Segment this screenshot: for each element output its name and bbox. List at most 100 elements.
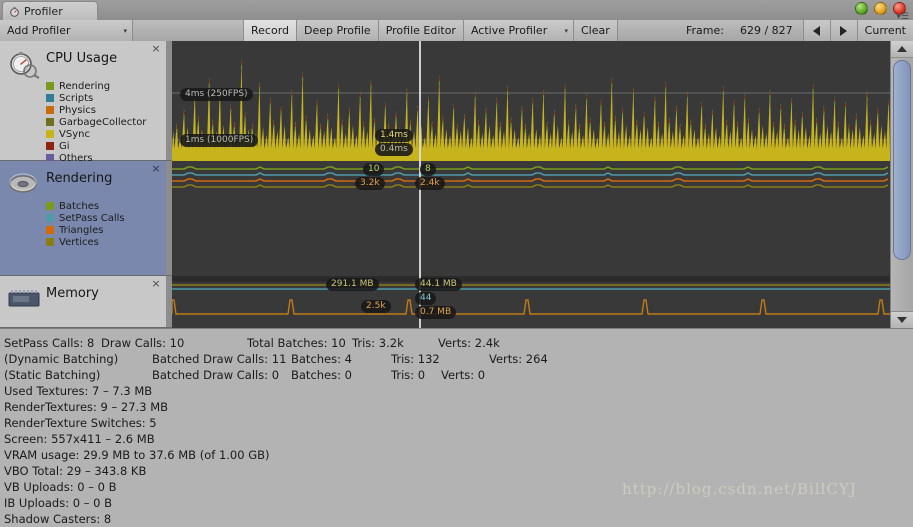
value-pill-setpass: 8 [420, 163, 436, 176]
legend-label: SetPass Calls [59, 212, 125, 224]
current-frame-button[interactable]: Current [857, 20, 913, 41]
close-icon[interactable]: × [151, 278, 161, 289]
profiler-toolbar: Add Profiler ▾ Record Deep Profile Profi… [0, 20, 913, 42]
scroll-up-button[interactable] [891, 41, 913, 58]
chart-panel-memory[interactable]: × Memory [0, 276, 166, 328]
axis-label-1ms: 1ms (1000FPS) [180, 134, 259, 147]
legend-swatch [46, 106, 54, 114]
legend-swatch [46, 94, 54, 102]
stat-value: IB Uploads: 0 – 0 B [4, 496, 112, 510]
legend-item[interactable]: GarbageCollector [46, 116, 166, 128]
legend-item[interactable]: VSync [46, 128, 166, 140]
stat-line: VRAM usage: 29.9 MB to 37.6 MB (of 1.00 … [4, 447, 913, 463]
legend-swatch [46, 130, 54, 138]
chart-title: Rendering [46, 171, 113, 186]
record-button[interactable]: Record [244, 20, 298, 41]
stat-line: Used Textures: 7 – 7.3 MB [4, 383, 913, 399]
legend-label: GarbageCollector [59, 116, 147, 128]
stat-value: Shadow Casters: 8 [4, 512, 112, 526]
stopwatch-icon [10, 6, 19, 17]
active-profiler-dropdown[interactable]: Active Profiler ▾ [463, 20, 574, 41]
stat-value: Batched Draw Calls: 11 [152, 352, 287, 366]
legend-item[interactable]: Vertices [46, 236, 166, 248]
legend-cpu-usage: Rendering Scripts Physics GarbageCollect… [46, 80, 166, 164]
vertical-scroll-thumb[interactable] [893, 60, 911, 260]
active-profiler-label: Active Profiler [470, 24, 548, 37]
chart-panel-cpu-usage[interactable]: × CPU Usage Rendering Scripts Physics Ga… [0, 41, 166, 164]
profiler-window: Profiler ▾☰ Add Profiler ▾ Record Deep P… [0, 0, 913, 526]
stat-line: RenderTextures: 9 – 27.3 MB [4, 399, 913, 415]
tab-profiler[interactable]: Profiler [2, 1, 98, 20]
stopwatch-icon [10, 52, 40, 79]
stat-line: (Static Batching) Batched Draw Calls: 0 Ba… [4, 367, 913, 383]
scroll-down-button[interactable] [891, 311, 913, 328]
legend-swatch [46, 142, 54, 150]
stat-line: VBO Total: 29 – 343.8 KB [4, 463, 913, 479]
legend-item[interactable]: Rendering [46, 80, 166, 92]
mesh-icon [9, 173, 37, 193]
legend-label: Scripts [59, 92, 94, 104]
legend-label: Gi [59, 140, 70, 152]
next-frame-button[interactable] [830, 20, 858, 41]
triangle-left-icon [813, 25, 821, 36]
legend-label: Physics [59, 104, 96, 116]
legend-item[interactable]: Batches [46, 200, 166, 212]
stat-value: Tris: 132 [391, 352, 440, 366]
chart-panel-rendering[interactable]: × Rendering Batches SetPass Calls Triang… [0, 161, 166, 276]
rendering-graph [172, 166, 889, 188]
legend-swatch [46, 202, 54, 210]
value-pill-object-count: 44 [415, 292, 437, 305]
close-icon[interactable]: × [151, 43, 161, 54]
stat-value: Tris: 0 [391, 368, 426, 382]
legend-swatch [46, 214, 54, 222]
value-pill-cpu-other: 0.4ms [375, 143, 413, 156]
clear-button[interactable]: Clear [573, 20, 618, 41]
stat-line: (Dynamic Batching) Batched Draw Calls: 11… [4, 351, 913, 367]
chart-plot-cpu-usage[interactable]: 4ms (250FPS) 1ms (1000FPS) 1.4ms 0.4ms [172, 41, 891, 162]
triangle-up-icon [897, 46, 907, 52]
charts-area: × CPU Usage Rendering Scripts Physics Ga… [0, 41, 913, 328]
stat-value: (Static Batching) [4, 368, 101, 382]
charts-vertical-scrollbar[interactable] [890, 41, 913, 328]
profile-editor-button[interactable]: Profile Editor [378, 20, 464, 41]
chart-plot-memory[interactable]: 291.1 MB 44.1 MB 44 2.5k 0.7 MB [172, 276, 891, 328]
chevron-down-icon: ▾ [564, 26, 568, 35]
legend-swatch [46, 238, 54, 246]
legend-swatch [46, 82, 54, 90]
previous-frame-button[interactable] [803, 20, 831, 41]
deep-profile-button[interactable]: Deep Profile [297, 20, 379, 41]
stat-line: RenderTexture Switches: 5 [4, 415, 913, 431]
triangle-down-icon [897, 317, 907, 323]
stat-value: Verts: 2.4k [438, 336, 500, 350]
stat-value: VB Uploads: 0 – 0 B [4, 480, 117, 494]
stat-value: Batches: 0 [291, 368, 352, 382]
value-pill-vertices: 2.4k [415, 177, 445, 190]
frame-marker[interactable] [419, 41, 421, 161]
legend-item[interactable]: Physics [46, 104, 166, 116]
legend-label: Batches [59, 200, 100, 212]
value-pill-cpu-total: 1.4ms [375, 129, 413, 142]
add-profiler-dropdown[interactable]: Add Profiler ▾ [0, 20, 133, 41]
legend-item[interactable]: Triangles [46, 224, 166, 236]
stat-value: Used Textures: 7 – 7.3 MB [4, 384, 153, 398]
minimize-window-button[interactable] [874, 2, 887, 15]
legend-item[interactable]: Gi [46, 140, 166, 152]
watermark: http://blog.csdn.net/BillCYJ [622, 480, 857, 498]
legend-label: Rendering [59, 80, 111, 92]
chart-row-memory: × Memory 291.1 MB 44.1 MB 44 2.5k 0.7 MB [0, 276, 891, 328]
legend-item[interactable]: Scripts [46, 92, 166, 104]
stat-value: VBO Total: 29 – 343.8 KB [4, 464, 147, 478]
axis-label-4ms: 4ms (250FPS) [180, 88, 253, 101]
stat-value: Draw Calls: 10 [101, 336, 185, 350]
stat-value: RenderTextures: 9 – 27.3 MB [4, 400, 169, 414]
memory-icon [8, 290, 40, 307]
stat-line: Screen: 557x411 – 2.6 MB [4, 431, 913, 447]
chart-plot-rendering[interactable]: 10 8 3.2k 2.4k [172, 161, 891, 277]
legend-item[interactable]: SetPass Calls [46, 212, 166, 224]
stat-value: Verts: 0 [441, 368, 486, 382]
legend-rendering: Batches SetPass Calls Triangles Vertices [46, 200, 166, 248]
legend-label: Vertices [59, 236, 99, 248]
close-icon[interactable]: × [151, 163, 161, 174]
chart-row-cpu-usage: × CPU Usage Rendering Scripts Physics Ga… [0, 41, 891, 164]
close-window-button[interactable] [855, 2, 868, 15]
